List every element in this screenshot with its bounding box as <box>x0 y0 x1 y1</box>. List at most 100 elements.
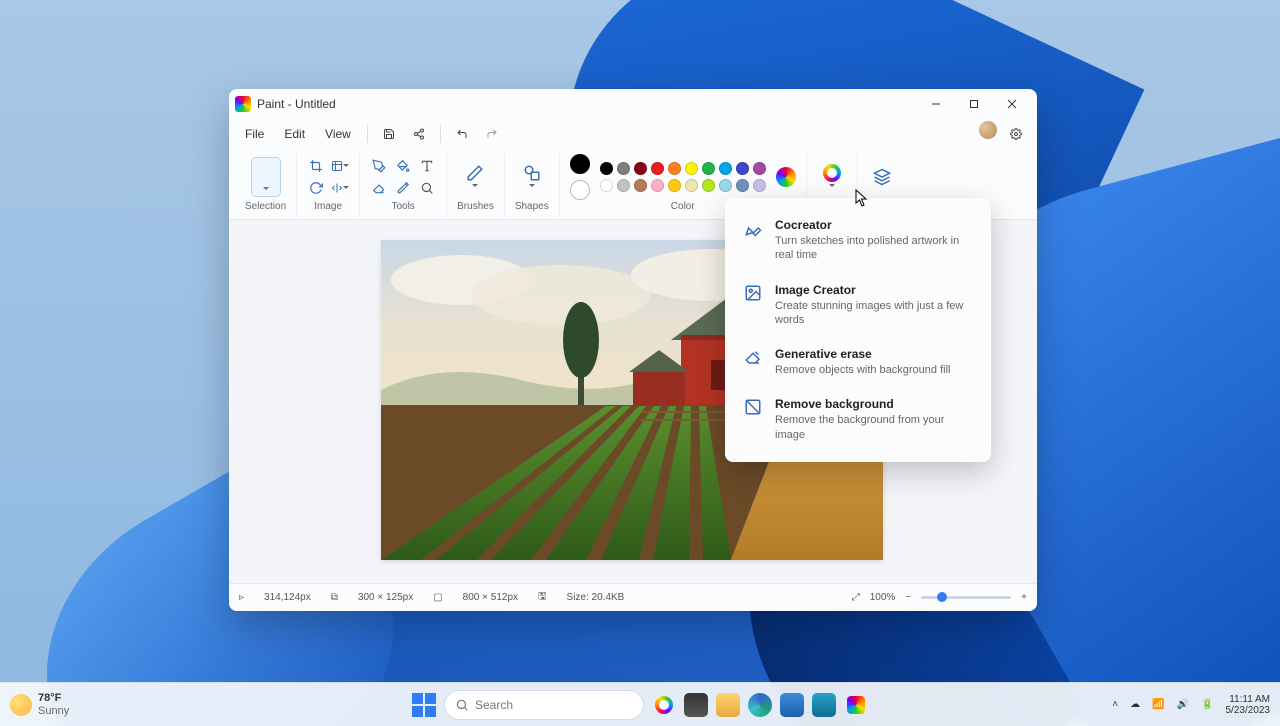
group-brushes: Brushes <box>447 153 505 217</box>
color-swatch[interactable] <box>651 179 664 192</box>
tray-battery-icon[interactable]: 🔋 <box>1201 699 1213 710</box>
tray-volume-icon[interactable]: 🔊 <box>1177 699 1189 710</box>
color-swatch[interactable] <box>600 162 613 175</box>
zoom-value: 100% <box>870 592 896 603</box>
save-button[interactable] <box>376 121 402 147</box>
taskbar-paint[interactable] <box>844 693 868 717</box>
taskbar-photos[interactable] <box>812 693 836 717</box>
color-swatch[interactable] <box>651 162 664 175</box>
color-picker-tool[interactable] <box>394 179 412 197</box>
resize-tool[interactable] <box>331 157 349 175</box>
layers-button[interactable] <box>868 160 896 194</box>
remove-background-icon <box>743 397 763 417</box>
status-size: Size: 20.4KB <box>567 592 625 603</box>
dropdown-item-remove-background[interactable]: Remove background Remove the background … <box>729 387 987 452</box>
generative-erase-icon <box>743 347 763 367</box>
magnifier-tool[interactable] <box>418 179 436 197</box>
copilot-dropdown: Cocreator Turn sketches into polished ar… <box>725 198 991 462</box>
cocreator-icon <box>743 218 763 238</box>
color-2[interactable] <box>570 180 590 200</box>
color-swatch[interactable] <box>634 179 647 192</box>
selection-tool[interactable] <box>251 157 281 197</box>
taskbar-explorer[interactable] <box>716 693 740 717</box>
window-title: Paint - Untitled <box>257 97 336 111</box>
paint-app-icon <box>235 96 251 112</box>
zoom-out-button[interactable]: − <box>905 592 911 603</box>
undo-button[interactable] <box>449 121 475 147</box>
color-swatch[interactable] <box>753 179 766 192</box>
menu-view[interactable]: View <box>317 123 359 145</box>
color-swatch[interactable] <box>702 162 715 175</box>
titlebar[interactable]: Paint - Untitled <box>229 89 1037 119</box>
color-swatch[interactable] <box>719 162 732 175</box>
status-bar: ▹ 314,124px ⧉ 300 × 125px ▢ 800 × 512px … <box>229 583 1037 611</box>
taskbar: 78°F Sunny Search ˄ ☁ 📶 🔊 🔋 11:11 AM 5/2… <box>0 682 1280 726</box>
text-tool[interactable] <box>418 157 436 175</box>
search-icon <box>455 698 469 712</box>
user-avatar[interactable] <box>979 121 997 139</box>
status-selection: 300 × 125px <box>358 592 413 603</box>
status-canvas: 800 × 512px <box>463 592 518 603</box>
settings-button[interactable] <box>1003 121 1029 147</box>
image-creator-icon <box>743 283 763 303</box>
maximize-button[interactable] <box>955 89 993 119</box>
group-selection: Selection <box>235 153 297 217</box>
fill-tool[interactable] <box>394 157 412 175</box>
color-swatch[interactable] <box>600 179 613 192</box>
status-canvas-icon: ▢ <box>433 592 442 603</box>
group-tools: Tools <box>360 153 447 217</box>
shapes-button[interactable] <box>518 160 546 194</box>
color-1[interactable] <box>570 154 590 174</box>
taskbar-edge[interactable] <box>748 693 772 717</box>
status-cursor-icon: ▹ <box>239 592 244 603</box>
color-swatch[interactable] <box>685 179 698 192</box>
redo-button[interactable] <box>479 121 505 147</box>
group-shapes: Shapes <box>505 153 560 217</box>
brushes-button[interactable] <box>461 160 489 194</box>
crop-tool[interactable] <box>307 157 325 175</box>
flip-tool[interactable] <box>331 179 349 197</box>
start-button[interactable] <box>412 693 436 717</box>
color-swatch[interactable] <box>617 162 630 175</box>
color-swatch[interactable] <box>753 162 766 175</box>
dropdown-item-cocreator[interactable]: Cocreator Turn sketches into polished ar… <box>729 208 987 273</box>
taskbar-task-view[interactable] <box>684 693 708 717</box>
zoom-in-button[interactable]: + <box>1021 592 1027 603</box>
taskbar-store[interactable] <box>780 693 804 717</box>
dropdown-item-generative-erase[interactable]: Generative erase Remove objects with bac… <box>729 337 987 387</box>
menu-edit[interactable]: Edit <box>276 123 313 145</box>
close-button[interactable] <box>993 89 1031 119</box>
share-button[interactable] <box>406 121 432 147</box>
menubar: File Edit View <box>229 119 1037 149</box>
taskbar-weather[interactable]: 78°F Sunny <box>10 692 69 716</box>
color-swatch[interactable] <box>702 179 715 192</box>
fit-to-window-button[interactable]: ⤢ <box>852 592 860 603</box>
taskbar-search[interactable]: Search <box>444 690 644 720</box>
eraser-tool[interactable] <box>370 179 388 197</box>
tray-chevron-icon[interactable]: ˄ <box>1112 699 1118 710</box>
copilot-button[interactable] <box>817 160 847 194</box>
dropdown-item-image-creator[interactable]: Image Creator Create stunning images wit… <box>729 273 987 338</box>
status-selection-icon: ⧉ <box>331 592 338 603</box>
color-swatch[interactable] <box>668 179 681 192</box>
color-swatch[interactable] <box>719 179 732 192</box>
minimize-button[interactable] <box>917 89 955 119</box>
pencil-tool[interactable] <box>370 157 388 175</box>
copilot-icon <box>823 164 841 182</box>
color-swatch[interactable] <box>736 162 749 175</box>
taskbar-copilot[interactable] <box>652 693 676 717</box>
color-swatch[interactable] <box>736 179 749 192</box>
weather-cond: Sunny <box>38 705 69 717</box>
color-swatch[interactable] <box>668 162 681 175</box>
color-swatch[interactable] <box>617 179 630 192</box>
color-swatch[interactable] <box>685 162 698 175</box>
zoom-slider[interactable] <box>921 596 1011 599</box>
edit-colors-button[interactable] <box>776 167 796 187</box>
status-size-icon: 🖫 <box>538 589 547 606</box>
color-swatch[interactable] <box>634 162 647 175</box>
tray-wifi-icon[interactable]: 📶 <box>1152 699 1164 710</box>
taskbar-clock[interactable]: 11:11 AM 5/23/2023 <box>1226 694 1271 716</box>
menu-file[interactable]: File <box>237 123 272 145</box>
rotate-tool[interactable] <box>307 179 325 197</box>
tray-onedrive-icon[interactable]: ☁ <box>1130 699 1140 710</box>
